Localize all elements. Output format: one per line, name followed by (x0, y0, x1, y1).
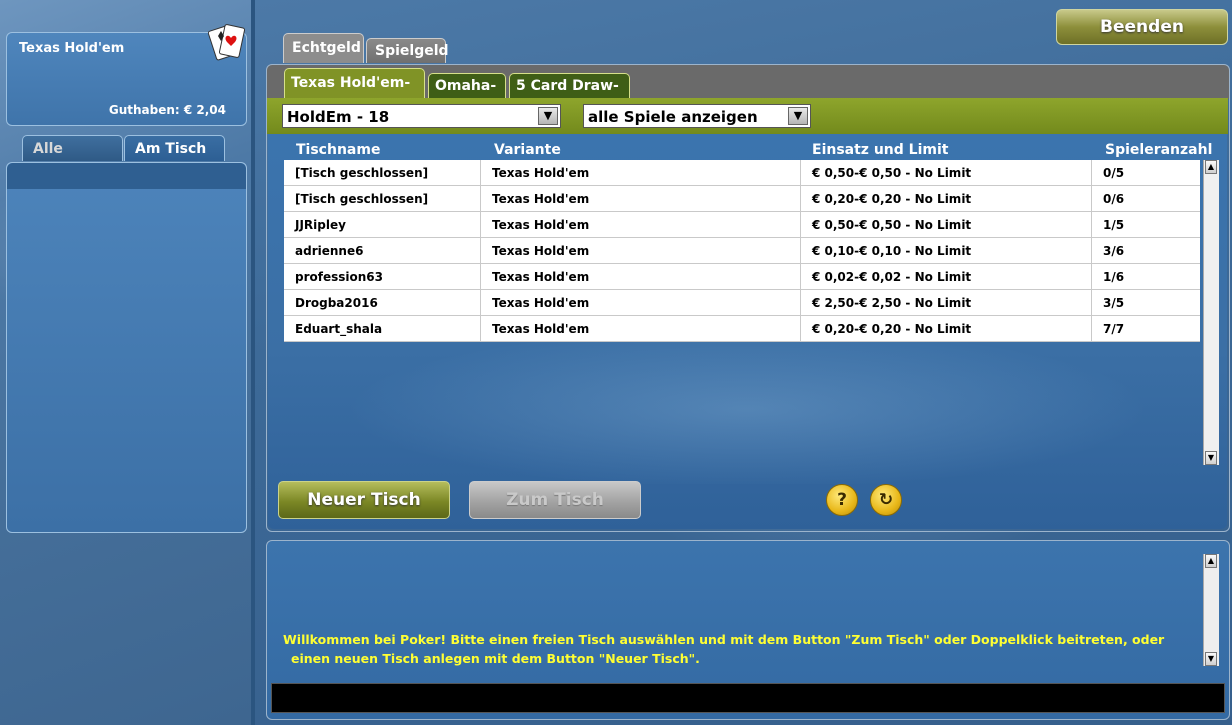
welcome-message-line-2: einen neuen Tisch anlegen mit dem Button… (291, 651, 700, 666)
chat-input[interactable] (271, 683, 1225, 713)
tab-all-players[interactable]: Alle Spieler (22, 135, 123, 183)
table-row[interactable]: adrienne6 Texas Hold'em € 0,10-€ 0,10 - … (284, 238, 1200, 264)
players-list-header (7, 163, 246, 189)
scroll-up-icon[interactable]: ▲ (1205, 554, 1217, 568)
column-header-variant[interactable]: Variante (494, 142, 561, 158)
table-row[interactable]: [Tisch geschlossen] Texas Hold'em € 0,50… (284, 160, 1200, 186)
game-select[interactable]: HoldEm - 18 ▼ (282, 104, 561, 128)
cell-variant: Texas Hold'em (481, 264, 801, 289)
scroll-down-icon[interactable]: ▼ (1205, 451, 1217, 465)
table-row[interactable]: [Tisch geschlossen] Texas Hold'em € 0,20… (284, 186, 1200, 212)
cell-table-name: Drogba2016 (284, 290, 481, 315)
chevron-down-icon[interactable]: ▼ (788, 107, 808, 125)
game-select-value: HoldEm - 18 (287, 108, 390, 126)
cell-variant: Texas Hold'em (481, 290, 801, 315)
scroll-up-icon[interactable]: ▲ (1205, 160, 1217, 174)
cell-variant: Texas Hold'em (481, 160, 801, 185)
cell-player-count: 7/7 (1103, 322, 1125, 336)
quit-button[interactable]: Beenden (1056, 9, 1228, 45)
cell-table-name: profession63 (284, 264, 481, 289)
cell-stakes: € 0,02-€ 0,02 - No Limit (801, 264, 1092, 289)
divider (251, 0, 255, 725)
cell-table-name: [Tisch geschlossen] (284, 186, 481, 211)
cell-variant: Texas Hold'em (481, 238, 801, 263)
help-icon[interactable]: ? (826, 484, 858, 516)
table-row[interactable]: JJRipley Texas Hold'em € 0,50-€ 0,50 - N… (284, 212, 1200, 238)
show-filter-select[interactable]: alle Spiele anzeigen ▼ (583, 104, 811, 128)
chevron-down-icon[interactable]: ▼ (538, 107, 558, 125)
message-scrollbar[interactable]: ▲ ▼ (1203, 554, 1219, 666)
column-header-player-count[interactable]: Spieleranzahl (1105, 142, 1212, 158)
cell-table-name: JJRipley (284, 212, 481, 237)
tab-play-money[interactable]: Spielgeld (366, 38, 449, 63)
column-header-stakes[interactable]: Einsatz und Limit (812, 142, 948, 158)
balance-label: Guthaben: € 2,04 (108, 103, 226, 117)
cell-variant: Texas Hold'em (481, 316, 801, 341)
cell-stakes: € 0,50-€ 0,50 - No Limit (801, 160, 1092, 185)
cell-table-name: Eduart_shala (284, 316, 481, 341)
cell-variant: Texas Hold'em (481, 212, 801, 237)
cell-variant: Texas Hold'em (481, 186, 801, 211)
cell-stakes: € 2,50-€ 2,50 - No Limit (801, 290, 1092, 315)
cell-stakes: € 0,20-€ 0,20 - No Limit (801, 316, 1092, 341)
table-row[interactable]: profession63 Texas Hold'em € 0,02-€ 0,02… (284, 264, 1200, 290)
welcome-message: Willkommen bei Poker! Bitte einen freien… (283, 630, 1193, 668)
playing-cards-icon (208, 24, 246, 61)
players-list-panel (6, 162, 247, 533)
refresh-icon[interactable]: ↻ (870, 484, 902, 516)
table-row[interactable]: Drogba2016 Texas Hold'em € 2,50-€ 2,50 -… (284, 290, 1200, 316)
cell-stakes: € 0,10-€ 0,10 - No Limit (801, 238, 1092, 263)
column-header-table-name[interactable]: Tischname (296, 142, 380, 158)
scroll-down-icon[interactable]: ▼ (1205, 652, 1217, 666)
cell-stakes: € 0,20-€ 0,20 - No Limit (801, 186, 1092, 211)
tab-texas-holdem[interactable]: Texas Hold'em-18 (284, 68, 425, 120)
new-table-button[interactable]: Neuer Tisch (278, 481, 450, 519)
cell-stakes: € 0,50-€ 0,50 - No Limit (801, 212, 1092, 237)
game-title: Texas Hold'em (19, 41, 125, 56)
cell-player-count: 0/6 (1103, 192, 1125, 206)
cell-player-count: 1/6 (1103, 270, 1125, 284)
table-scrollbar[interactable]: ▲ ▼ (1203, 160, 1219, 465)
cell-player-count: 3/5 (1103, 296, 1125, 310)
tab-at-table[interactable]: Am Tisch (124, 135, 225, 161)
table-rows: [Tisch geschlossen] Texas Hold'em € 0,50… (284, 160, 1200, 342)
cell-player-count: 3/6 (1103, 244, 1125, 258)
tab-5-card-draw[interactable]: 5 Card Draw-0 (509, 73, 630, 119)
tab-omaha[interactable]: Omaha-0 (428, 73, 506, 119)
tab-real-money[interactable]: Echtgeld (283, 33, 364, 63)
cell-player-count: 0/5 (1103, 166, 1125, 180)
welcome-message-line-1: Willkommen bei Poker! Bitte einen freien… (283, 632, 1165, 647)
cell-player-count: 1/5 (1103, 218, 1125, 232)
join-table-button[interactable]: Zum Tisch (469, 481, 641, 519)
cell-table-name: adrienne6 (284, 238, 481, 263)
cell-table-name: [Tisch geschlossen] (284, 160, 481, 185)
show-filter-value: alle Spiele anzeigen (588, 108, 758, 126)
table-row[interactable]: Eduart_shala Texas Hold'em € 0,20-€ 0,20… (284, 316, 1200, 342)
